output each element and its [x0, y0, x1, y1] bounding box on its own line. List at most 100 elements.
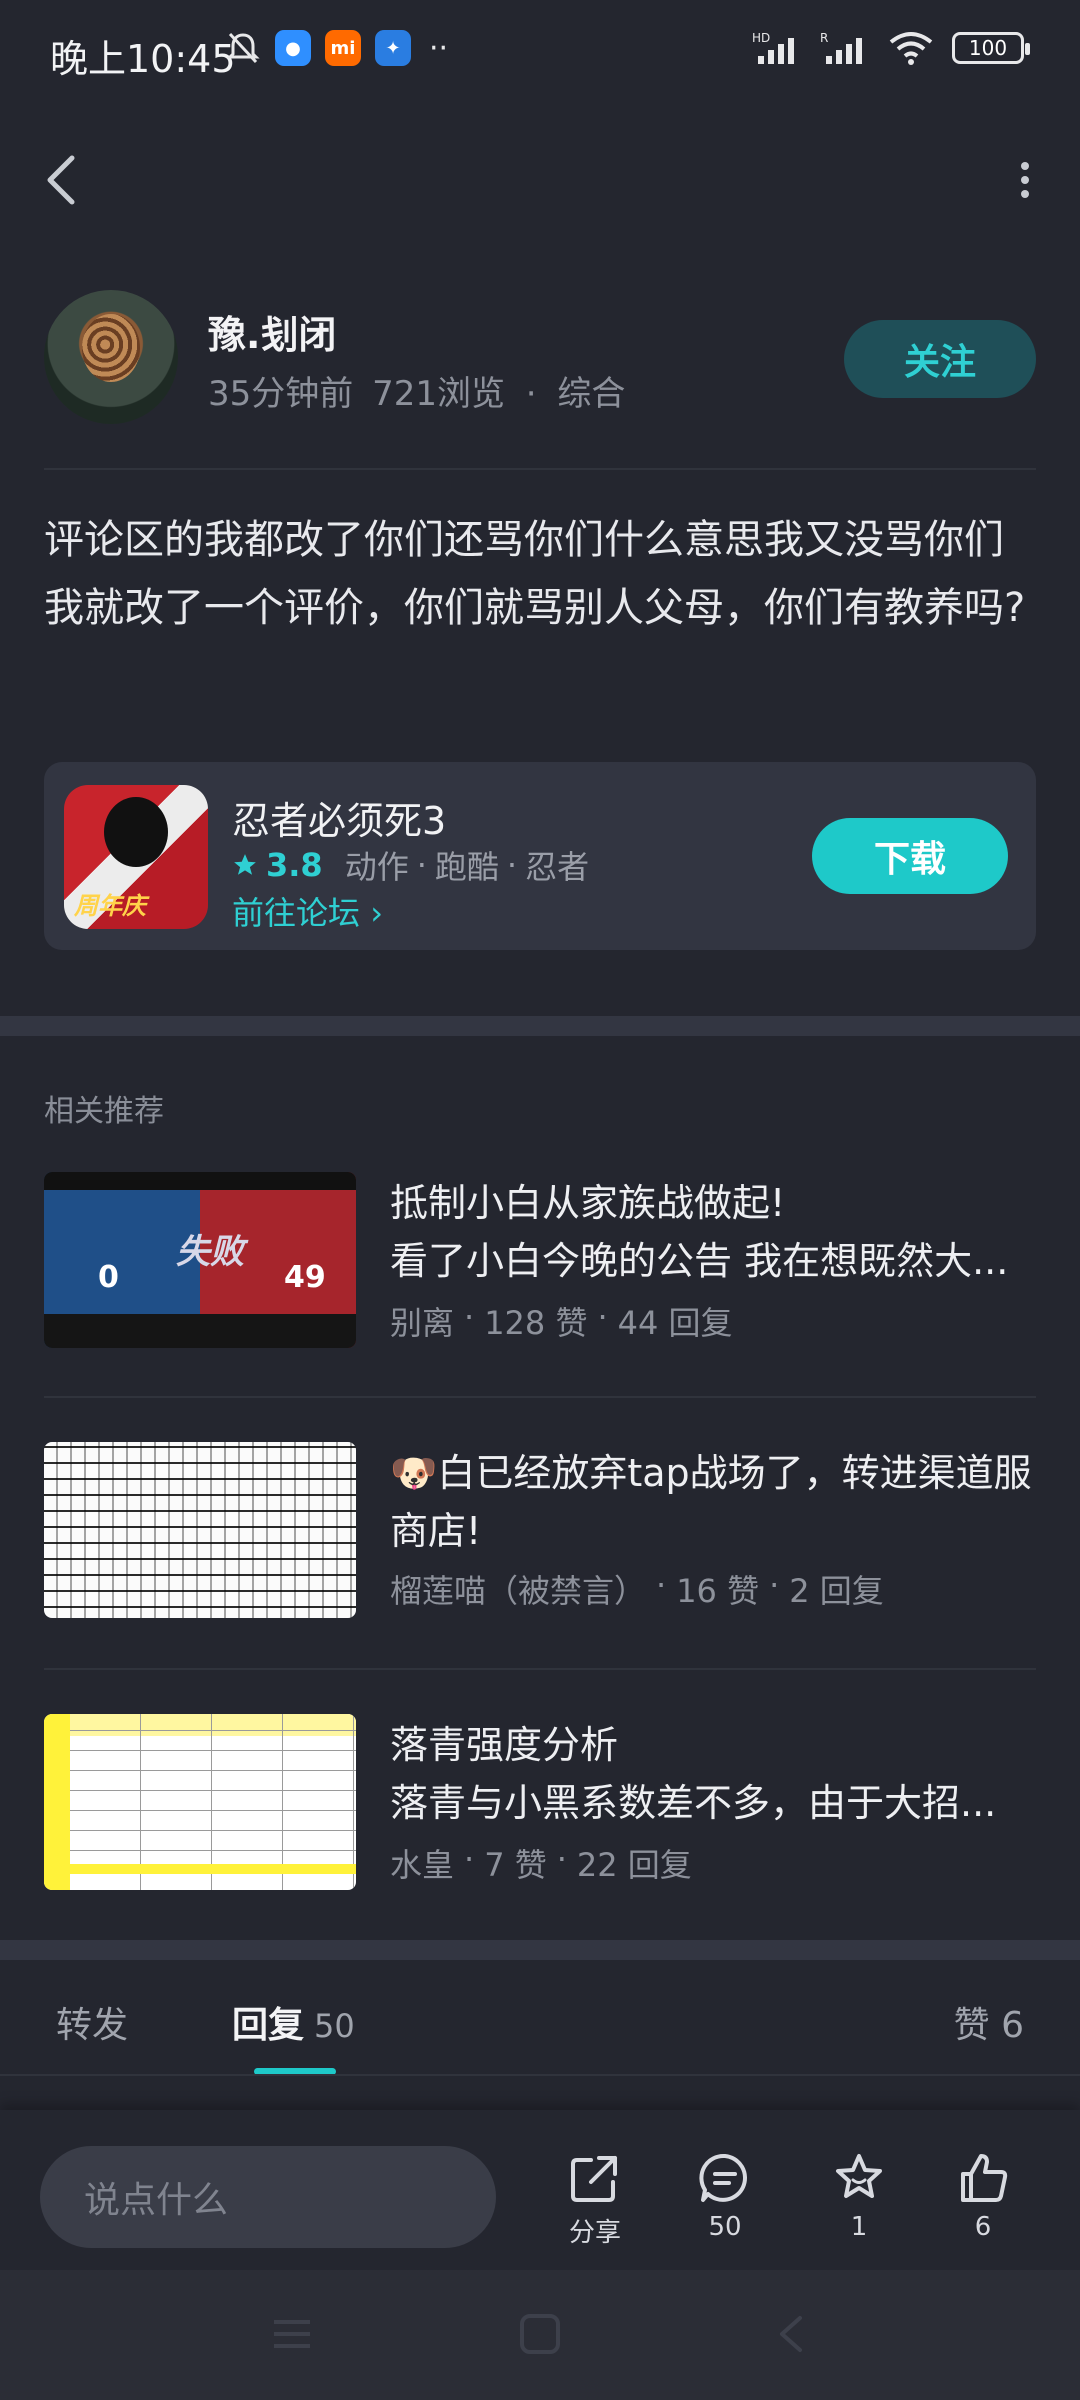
divider — [44, 1668, 1036, 1670]
tab-forward-label: 转发 — [56, 2005, 129, 2046]
like-button[interactable]: 6 — [928, 2150, 1038, 2242]
post-meta: 35分钟前 721浏览 · 综合 — [208, 366, 625, 415]
signal-hd-icon: HD — [752, 31, 794, 64]
more-notifications-icon: ·· — [429, 30, 449, 66]
related-item[interactable]: 🐶白已经放弃tap战场了，转进渠道服商店! 榴莲喵（被禁言） · 16 赞 · 2 … — [44, 1442, 1036, 1620]
share-label: 分享 — [568, 2218, 621, 2248]
game-title[interactable]: 忍者必须死3 — [232, 790, 446, 845]
system-back-icon[interactable] — [770, 2314, 814, 2354]
thumbs-up-icon — [961, 2154, 1008, 2202]
game-icon-badge: 周年庆 — [74, 892, 146, 920]
divider — [0, 2074, 1080, 2076]
comment-input[interactable]: 说点什么 — [40, 2146, 496, 2248]
related-title[interactable]: 🐶白已经放弃tap战场了，转进渠道服商店! — [390, 1444, 1040, 1560]
meta-dot: · — [464, 1298, 475, 1336]
comment-button[interactable]: 50 — [670, 2150, 780, 2242]
game-tag: 忍者 — [525, 848, 590, 886]
section-divider — [0, 1016, 1080, 1036]
related-thumbnail[interactable] — [44, 1714, 356, 1890]
star-icon — [234, 854, 256, 875]
related-likes: 16 赞 — [676, 1572, 760, 1610]
related-item[interactable]: 失败 0 49 抵制小白从家族战做起! 看了小白今晚的公告 我在想既然大... … — [44, 1172, 1036, 1350]
related-thumbnail[interactable]: 失败 0 49 — [44, 1172, 356, 1348]
related-replies: 2 回复 — [789, 1572, 884, 1610]
post-category[interactable]: 综合 — [557, 374, 625, 414]
related-excerpt[interactable]: 看了小白今晚的公告 我在想既然大... — [390, 1232, 1040, 1290]
app-notification-icon: ● — [275, 30, 311, 66]
author-name[interactable]: 豫.刬闭 — [208, 304, 336, 359]
battery-indicator: 100 — [952, 32, 1030, 64]
share-button[interactable]: 分享 — [540, 2150, 650, 2249]
download-button[interactable]: 下载 — [812, 818, 1008, 894]
related-author: 水皇 — [390, 1846, 455, 1884]
comment-count: 50 — [708, 2212, 742, 2242]
tab-reply-label: 回复 — [232, 2005, 305, 2046]
system-navigation-bar — [0, 2270, 1080, 2400]
forum-link-label: 前往论坛 — [232, 894, 361, 932]
status-notification-icons: ● mi ✦ ·· — [225, 30, 448, 66]
game-icon[interactable]: 周年庆 — [64, 785, 208, 929]
game-tag: 跑酷 — [434, 848, 499, 886]
meta-dot: · — [597, 1298, 608, 1336]
more-options-icon[interactable] — [1010, 160, 1040, 200]
mi-app-icon: mi — [325, 30, 361, 66]
related-replies: 22 回复 — [576, 1846, 692, 1884]
meta-dot: · — [464, 1840, 475, 1878]
meta-dot: · — [556, 1840, 567, 1878]
thumbnail-score-right: 49 — [284, 1260, 326, 1295]
home-icon[interactable] — [518, 2314, 562, 2354]
svg-text:R: R — [820, 31, 828, 45]
post-time: 35分钟前 — [208, 374, 354, 414]
tab-likes[interactable]: 赞 6 — [954, 1996, 1024, 2048]
status-bar: 晚上10:45 ● mi ✦ ·· HD R 100 — [0, 0, 1080, 100]
chevron-right-icon: › — [370, 894, 383, 932]
tab-likes-label: 赞 6 — [953, 2005, 1024, 2046]
back-arrow-icon[interactable] — [40, 150, 84, 210]
game-rating: 3.8 — [266, 846, 323, 884]
tab-reply-count: 50 — [314, 2007, 355, 2045]
signal-roaming-icon: R — [820, 31, 862, 64]
related-title[interactable]: 抵制小白从家族战做起! — [390, 1174, 1040, 1232]
meta-dot: · — [769, 1566, 780, 1604]
bell-muted-icon — [226, 32, 260, 64]
meta-dot: · — [656, 1566, 667, 1604]
game-card[interactable]: 周年庆 忍者必须死3 3.8 动作 · 跑酷 · 忍者 前往论坛 › 下载 — [44, 762, 1036, 950]
bottom-action-bar: 说点什么 分享 50 1 6 — [0, 2110, 1080, 2270]
forum-link[interactable]: 前往论坛 › — [232, 888, 383, 934]
related-author: 别离 — [390, 1304, 455, 1342]
favorite-count: 1 — [850, 2212, 868, 2242]
game-meta: 3.8 动作 · 跑酷 · 忍者 — [232, 842, 589, 888]
share-icon — [571, 2156, 617, 2202]
related-likes: 7 赞 — [484, 1846, 547, 1884]
star-outline-icon — [836, 2154, 882, 2198]
follow-button[interactable]: 关注 — [844, 320, 1036, 398]
menu-icon[interactable] — [270, 2314, 314, 2354]
comment-icon — [699, 2153, 747, 2202]
related-thumbnail[interactable] — [44, 1442, 356, 1618]
favorite-button[interactable]: 1 — [804, 2150, 914, 2242]
post-views: 721浏览 — [372, 374, 505, 414]
tab-forward[interactable]: 转发 — [56, 1996, 128, 2048]
tab-reply[interactable]: 回复 50 — [232, 1996, 355, 2048]
divider — [44, 1396, 1036, 1398]
post-content: 评论区的我都改了你们还骂你们什么意思我又没骂你们我就改了一个评价，你们就骂别人父… — [44, 517, 1026, 631]
game-app-icon: ✦ — [375, 30, 411, 66]
thumbnail-score-left: 0 — [98, 1260, 119, 1295]
tag-dot: · — [506, 846, 518, 884]
meta-dot: · — [525, 374, 537, 414]
thumbnail-text: 失败 — [176, 1232, 244, 1272]
svg-text:HD: HD — [752, 31, 770, 45]
tag-dot: · — [416, 846, 427, 884]
related-replies: 44 回复 — [617, 1304, 733, 1342]
related-title[interactable]: 落青强度分析 — [390, 1716, 1040, 1774]
author-avatar[interactable] — [44, 290, 178, 424]
related-meta: 水皇 · 7 赞 · 22 回复 — [390, 1840, 692, 1886]
related-excerpt[interactable]: 落青与小黑系数差不多，由于大招... — [390, 1774, 1040, 1832]
status-system-icons: HD R 100 — [752, 30, 1030, 66]
divider — [44, 468, 1036, 470]
related-item[interactable]: 落青强度分析 落青与小黑系数差不多，由于大招... 水皇 · 7 赞 · 22 回复 — [44, 1714, 1036, 1892]
wifi-icon — [889, 32, 933, 65]
related-section-title: 相关推荐 — [44, 1094, 164, 1129]
related-meta: 榴莲喵（被禁言） · 16 赞 · 2 回复 — [390, 1566, 884, 1612]
related-author: 榴莲喵（被禁言） — [390, 1572, 647, 1610]
